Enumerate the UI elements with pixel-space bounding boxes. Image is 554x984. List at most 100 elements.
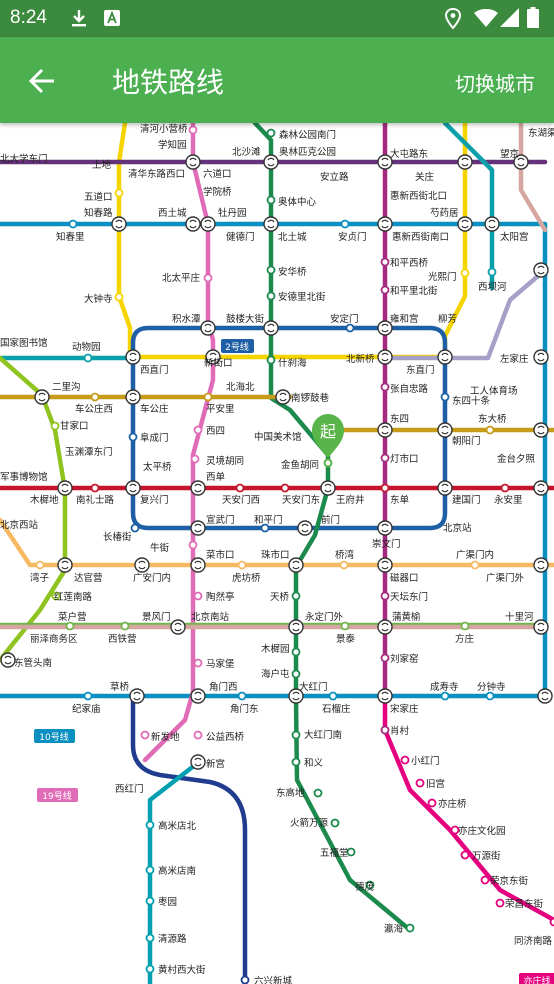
station-label[interactable]: 望京 [500,148,519,160]
subway-map[interactable]: 2号线 10号线 19号线 亦庄线 清河小营桥 森林公园南门 东湖渠 北大学东门… [0,123,554,984]
station-label[interactable]: 东单 [390,494,410,506]
station-label[interactable]: 安华桥 [278,266,307,278]
station-label[interactable]: 亦庄桥 [438,798,467,810]
station-label[interactable]: 珠市口 [261,549,290,561]
station-label[interactable]: 东直门 [406,364,435,376]
station-label[interactable]: 太平桥 [143,461,172,473]
station-label[interactable]: 鼓楼大街 [226,313,265,325]
station-label[interactable]: 马家堡 [206,658,235,670]
station-label[interactable]: 王府井 [336,494,365,506]
station-label[interactable]: 天安门西 [222,494,260,506]
station-label[interactable]: 五道口 [84,191,113,203]
station-label[interactable]: 健德门 [226,231,255,243]
station-label[interactable]: 和义 [304,758,324,769]
station-label[interactable]: 张自忠路 [390,383,429,395]
switch-city-button[interactable]: 切换城市 [455,68,535,97]
station-label[interactable]: 南礼士路 [76,494,115,506]
station-label[interactable]: 新发地 [151,731,180,743]
station-label[interactable]: 新街口 [204,357,233,369]
station-label[interactable]: 木樨园 [261,643,290,655]
station-label[interactable]: 金鱼胡同 [281,459,319,471]
station-label[interactable]: 惠新西街北口 [390,190,447,202]
station-label[interactable]: 枣园 [158,897,177,908]
station-label[interactable]: 动物园 [72,341,101,353]
station-label[interactable]: 景风门 [142,611,171,623]
station-label[interactable]: 公益西桥 [206,731,245,743]
station-label[interactable]: 和平门 [254,514,283,526]
station-label[interactable]: 高米店北 [158,820,197,832]
station-label[interactable]: 瀛海 [384,923,404,935]
station-label[interactable]: 西单 [206,471,226,483]
station-label[interactable]: 芍药居 [430,207,459,219]
station-label[interactable]: 西直门 [140,364,169,376]
station-label[interactable]: 大红门南 [304,729,342,741]
station-label[interactable]: 关庄 [415,171,435,183]
station-label[interactable]: 永安里 [494,494,523,506]
station-label[interactable]: 纪家庙 [72,703,101,715]
station-label[interactable]: 军事博物馆 [0,471,48,483]
station-label[interactable]: 广渠门外 [486,572,525,584]
start-marker[interactable]: 起 [312,414,344,468]
station-label[interactable]: 牡丹园 [218,207,247,219]
station-label[interactable]: 方庄 [455,633,475,645]
station-label[interactable]: 东四 [390,413,409,425]
station-label[interactable]: 火箭万源 [290,817,329,829]
station-label[interactable]: 北沙滩 [232,146,261,158]
station-label[interactable]: 桥湾 [335,549,355,561]
station-label[interactable]: 朝阳门 [452,435,481,447]
station-label[interactable]: 西四 [206,426,225,437]
station-label[interactable]: 惠新西街南口 [392,231,449,243]
station-label[interactable]: 东四十条 [452,395,491,407]
station-label[interactable]: 成寿寺 [430,681,459,693]
station-label[interactable]: 湾子 [30,572,50,584]
station-label[interactable]: 金台夕照 [497,453,536,465]
station-label[interactable]: 十里河 [505,611,534,623]
station-label[interactable]: 东湖渠 [528,127,554,139]
station-label[interactable]: 黄村西大街 [158,964,206,976]
station-label[interactable]: 宣武门 [206,514,235,526]
station-label[interactable]: 东管头南 [14,657,52,669]
station-label[interactable]: 石榴庄 [322,703,351,715]
station-label[interactable]: 菜市口 [206,549,235,561]
station-label[interactable]: 德茂 [355,881,375,893]
back-button[interactable] [20,59,64,103]
station-label[interactable]: 奥体中心 [278,196,317,208]
station-label[interactable]: 清源路 [158,933,187,945]
station-label[interactable]: 雍和宫 [390,313,419,325]
station-label[interactable]: 景泰 [336,633,356,645]
station-label[interactable]: 什刹海 [278,357,307,369]
station-label[interactable]: 清华东路西口 [128,168,185,180]
station-label[interactable]: 牛街 [150,542,170,554]
station-label[interactable]: 北京南站 [191,611,230,623]
station-label[interactable]: 大红门 [299,681,328,693]
station-label[interactable]: 北大学东门 [0,153,48,165]
station-label[interactable]: 中国美术馆 [254,431,302,443]
station-label[interactable]: 草桥 [110,681,130,693]
station-label[interactable]: 积水潭 [172,313,201,325]
station-label[interactable]: 北太平庄 [162,272,201,284]
station-label[interactable]: 和平西桥 [390,257,429,269]
station-label[interactable]: 和平里北街 [390,285,438,297]
station-label[interactable]: 前门 [321,514,340,526]
station-label[interactable]: 木樨地 [30,494,59,506]
station-label[interactable]: 车公庄西 [75,403,113,415]
station-label[interactable]: 蒲黄榆 [392,611,421,623]
station-label[interactable]: 丽泽商务区 [30,633,78,645]
station-label[interactable]: 万源街 [472,850,501,862]
station-label[interactable]: 达官营 [74,572,103,584]
station-label[interactable]: 广渠门内 [456,549,494,561]
station-label[interactable]: 北新桥 [346,353,375,365]
station-label[interactable]: 同济南路 [514,935,553,947]
station-label[interactable]: 南锣鼓巷 [291,392,330,404]
station-label[interactable]: 小红门 [411,755,440,767]
station-label[interactable]: 旧宫 [426,778,445,790]
station-label[interactable]: 荣京东街 [490,875,529,887]
station-label[interactable]: 学知园 [158,139,187,151]
station-label[interactable]: 上地 [92,159,112,171]
station-label[interactable]: 西铁营 [108,633,137,645]
station-label[interactable]: 知春里 [56,231,85,243]
subway-map-canvas[interactable]: 2号线 10号线 19号线 亦庄线 清河小营桥 森林公园南门 东湖渠 北大学东门… [0,123,554,984]
station-label[interactable]: 国家图书馆 [0,337,48,349]
station-label[interactable]: 五福堂 [320,847,349,859]
station-label[interactable]: 虎坊桥 [232,572,261,584]
